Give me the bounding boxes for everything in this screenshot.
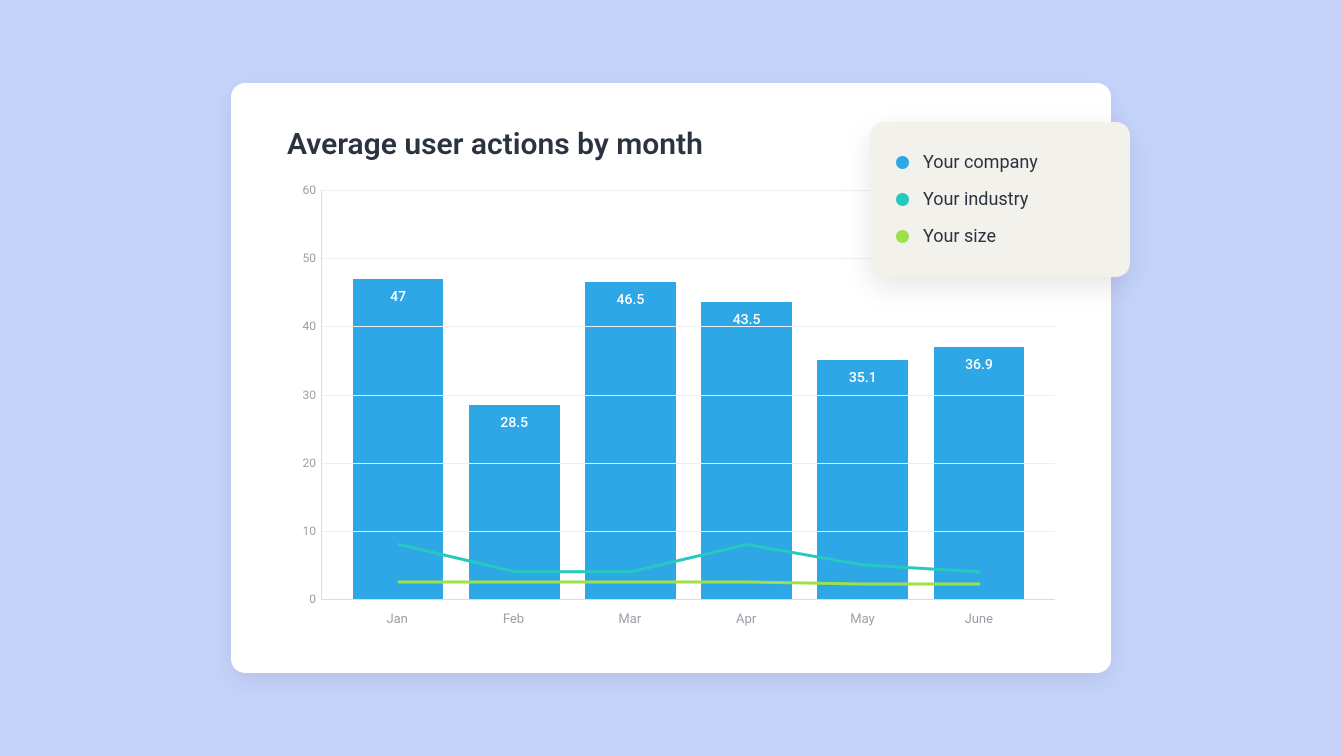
grid-line [322,463,1055,464]
bar-value-label: 35.1 [817,370,908,386]
grid-line [322,395,1055,396]
legend-item-industry: Your industry [896,181,1104,218]
bar-value-label: 28.5 [469,415,560,431]
grid-line [322,326,1055,327]
y-tick-label: 0 [288,592,316,606]
legend-dot-company [896,156,909,169]
legend-dot-size [896,230,909,243]
x-tick-label: Jan [339,604,455,630]
x-tick-label: Mar [572,604,688,630]
legend-item-size: Your size [896,218,1104,255]
x-tick-label: June [921,604,1037,630]
bar-value-label: 36.9 [934,357,1025,373]
bar-value-label: 46.5 [585,292,676,308]
grid-line [322,531,1055,532]
x-axis-labels: JanFebMarAprMayJune [321,604,1055,630]
bar: 36.9 [934,347,1025,599]
y-tick-label: 60 [288,183,316,197]
legend-item-company: Your company [896,144,1104,181]
legend-label-company: Your company [923,152,1038,173]
y-tick-label: 30 [288,388,316,402]
bar: 35.1 [817,360,908,599]
legend-dot-industry [896,193,909,206]
y-tick-label: 10 [288,524,316,538]
y-tick-label: 50 [288,251,316,265]
x-tick-label: Apr [688,604,804,630]
bar-value-label: 47 [353,289,444,305]
x-tick-label: Feb [455,604,571,630]
y-tick-label: 20 [288,456,316,470]
chart-legend: Your company Your industry Your size [870,122,1130,277]
legend-label-industry: Your industry [923,189,1028,210]
legend-label-size: Your size [923,226,996,247]
bar: 28.5 [469,405,560,599]
bar: 46.5 [585,282,676,599]
bar: 43.5 [701,302,792,599]
x-tick-label: May [804,604,920,630]
y-tick-label: 40 [288,319,316,333]
